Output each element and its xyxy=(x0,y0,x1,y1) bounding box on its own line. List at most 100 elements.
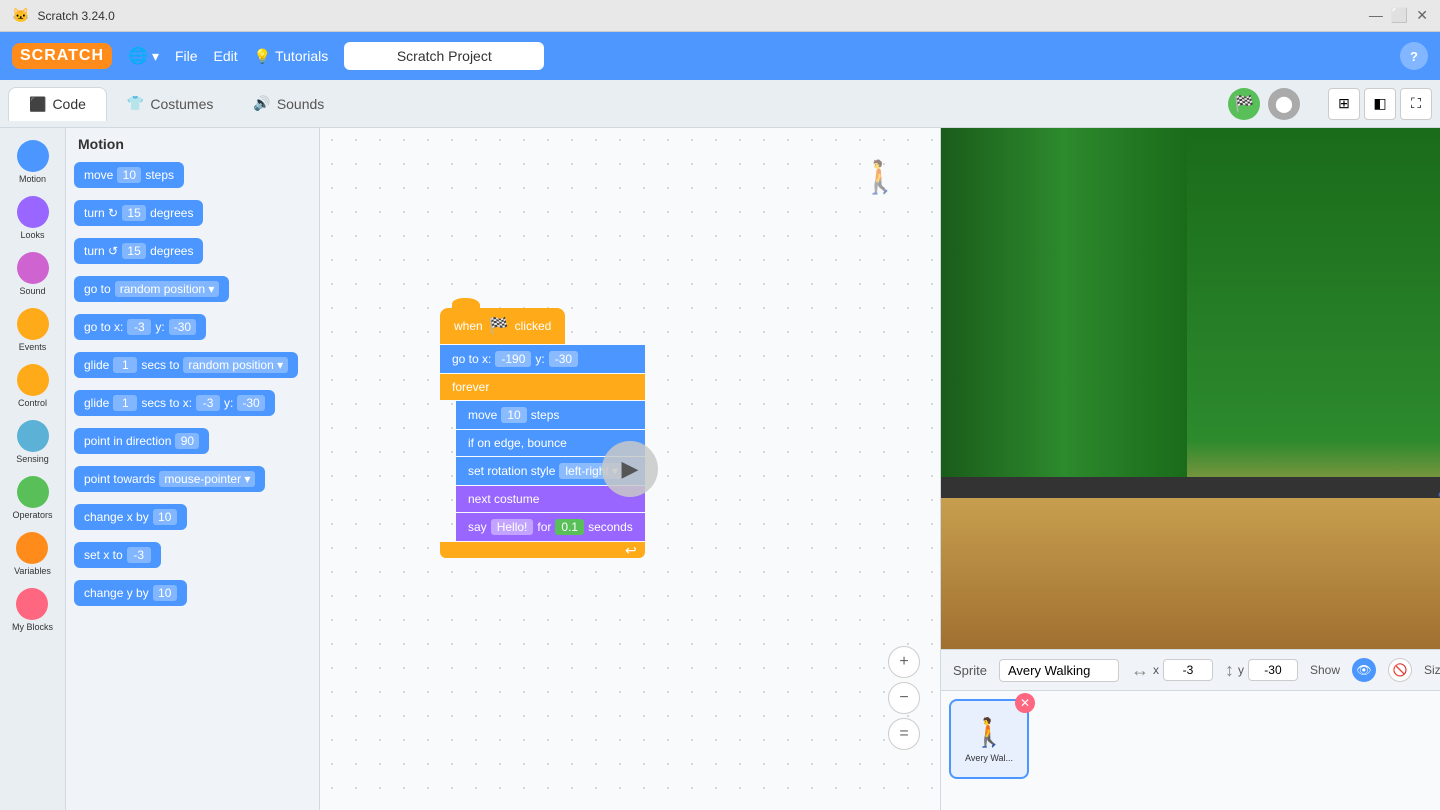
goto-dropdown[interactable]: random position ▾ xyxy=(115,281,220,297)
hat-when-label: when xyxy=(454,319,483,333)
canvas-play-overlay[interactable]: ▶ xyxy=(602,441,658,497)
point-towards-block[interactable]: point towards mouse-pointer ▾ xyxy=(74,466,265,492)
glide-xy-y[interactable]: -30 xyxy=(237,395,264,411)
fullscreen-button[interactable]: ⛶ xyxy=(1400,88,1432,120)
x-input[interactable] xyxy=(1163,659,1213,681)
set-x-label: set x to xyxy=(84,548,123,562)
point-dir-block[interactable]: point in direction 90 xyxy=(74,428,209,454)
sidebar-item-operators[interactable]: Operators xyxy=(8,472,56,524)
sidebar-item-sound[interactable]: Sound xyxy=(13,248,53,300)
green-flag-button[interactable]: 🏁 xyxy=(1228,88,1260,120)
motion-dot xyxy=(17,140,49,172)
zoom-in-button[interactable]: + xyxy=(888,646,920,678)
zoom-out-button[interactable]: − xyxy=(888,682,920,714)
canvas-goto-y[interactable]: -30 xyxy=(549,351,578,367)
sidebar-item-looks[interactable]: Looks xyxy=(13,192,53,244)
sidebar-item-events[interactable]: Events xyxy=(13,304,53,356)
set-x-input[interactable]: -3 xyxy=(127,547,151,563)
sprite-thumb-avery[interactable]: ✕ 🚶 Avery Wal... xyxy=(949,699,1029,779)
right-panel-inner: 🚶‍♀️ Sprite ↔ x ↕ y xyxy=(941,128,1440,810)
split-view-button[interactable]: ⊞ xyxy=(1328,88,1360,120)
change-y-block[interactable]: change y by 10 xyxy=(74,580,187,606)
help-button[interactable]: ? xyxy=(1400,42,1428,70)
globe-menu[interactable]: 🌐 ▾ xyxy=(128,46,159,66)
edit-menu[interactable]: Edit xyxy=(214,48,238,64)
project-name-input[interactable] xyxy=(344,42,544,70)
close-btn[interactable]: ✕ xyxy=(1416,7,1428,24)
code-canvas: 🚶 when 🏁 clicked go to x: -190 y: -30 xyxy=(320,128,940,810)
glide-xy-block[interactable]: glide 1 secs to x: -3 y: -30 xyxy=(74,390,275,416)
tab-sounds[interactable]: 🔊 Sounds xyxy=(233,87,344,120)
sprite-stage-area: 🚶‍♀️ Sprite ↔ x ↕ y xyxy=(941,128,1440,810)
code-block-stack[interactable]: when 🏁 clicked go to x: -190 y: -30 fore… xyxy=(440,308,645,558)
point-towards-dropdown[interactable]: mouse-pointer ▾ xyxy=(159,471,255,487)
events-dot xyxy=(17,308,49,340)
show-visible-button[interactable]: 👁 xyxy=(1352,658,1376,682)
maximize-btn[interactable]: ⬜ xyxy=(1391,7,1408,24)
turn-ccw-input[interactable]: 15 xyxy=(122,243,146,259)
turn-ccw-suffix: degrees xyxy=(150,244,193,258)
variables-label: Variables xyxy=(14,566,51,576)
change-y-input[interactable]: 10 xyxy=(153,585,177,601)
sound-label: Sound xyxy=(19,286,45,296)
move-steps-input[interactable]: 10 xyxy=(117,167,141,183)
sidebar-item-variables[interactable]: Variables xyxy=(10,528,55,580)
sidebar-item-myblocks[interactable]: My Blocks xyxy=(8,584,57,636)
costumes-icon: 👕 xyxy=(127,95,144,112)
canvas-say-block[interactable]: say Hello! for 0.1 seconds xyxy=(456,513,645,541)
minimize-btn[interactable]: — xyxy=(1369,7,1383,24)
canvas-say-duration[interactable]: 0.1 xyxy=(555,519,584,535)
sprite-name-input[interactable] xyxy=(999,659,1119,682)
glide-to-dropdown[interactable]: random position ▾ xyxy=(183,357,288,373)
move-suffix: steps xyxy=(145,168,174,182)
show-hidden-button[interactable]: 🚫 xyxy=(1388,658,1412,682)
globe-icon: 🌐 xyxy=(128,46,148,66)
sidebar-item-motion[interactable]: Motion xyxy=(13,136,53,188)
canvas-goto-block[interactable]: go to x: -190 y: -30 xyxy=(440,345,645,373)
canvas-move-block[interactable]: move 10 steps xyxy=(456,401,645,429)
change-x-input[interactable]: 10 xyxy=(153,509,177,525)
sidebar-item-control[interactable]: Control xyxy=(13,360,53,412)
hat-clicked-label: clicked xyxy=(515,319,552,333)
set-x-block[interactable]: set x to -3 xyxy=(74,542,161,568)
glide-xy-secs[interactable]: 1 xyxy=(113,395,137,411)
move-label: move xyxy=(84,168,113,182)
turn-cw-block[interactable]: turn ↻ 15 degrees xyxy=(74,200,203,226)
canvas-say-text[interactable]: Hello! xyxy=(491,519,534,535)
globe-chevron: ▾ xyxy=(152,48,159,65)
turn-ccw-block[interactable]: turn ↺ 15 degrees xyxy=(74,238,203,264)
delete-sprite-btn[interactable]: ✕ xyxy=(1015,693,1035,713)
file-menu[interactable]: File xyxy=(175,48,198,64)
goto-y-input[interactable]: -30 xyxy=(169,319,196,335)
goto-x-input[interactable]: -3 xyxy=(127,319,151,335)
stage-preview: 🚶‍♀️ xyxy=(941,128,1440,649)
tab-code[interactable]: ⬛ Code xyxy=(8,87,107,121)
turn-cw-input[interactable]: 15 xyxy=(122,205,146,221)
forever-label-block[interactable]: forever xyxy=(440,374,645,400)
change-x-block[interactable]: change x by 10 xyxy=(74,504,187,530)
stage-left-button[interactable]: ◧ xyxy=(1364,88,1396,120)
goto-xy-block[interactable]: go to x: -3 y: -30 xyxy=(74,314,206,340)
stop-button[interactable]: ⬤ xyxy=(1268,88,1300,120)
tutorials-menu[interactable]: 💡 Tutorials xyxy=(254,48,329,65)
turn-ccw-label: turn ↺ xyxy=(84,244,118,258)
glide-to-secs[interactable]: 1 xyxy=(113,357,137,373)
move-block[interactable]: move 10 steps xyxy=(74,162,184,188)
hat-block[interactable]: when 🏁 clicked xyxy=(440,308,565,344)
tab-costumes[interactable]: 👕 Costumes xyxy=(107,87,233,120)
goto-block[interactable]: go to random position ▾ xyxy=(74,276,229,302)
tabbar: ⬛ Code 👕 Costumes 🔊 Sounds 🏁 ⬤ ⊞ ◧ ⛶ xyxy=(0,80,1440,128)
category-sidebar: Motion Looks Sound Events Control Sensin… xyxy=(0,128,66,810)
glide-to-block[interactable]: glide 1 secs to random position ▾ xyxy=(74,352,298,378)
right-panel: 🚶‍♀️ Sprite ↔ x ↕ y xyxy=(940,128,1440,810)
turn-cw-label: turn ↻ xyxy=(84,206,118,220)
canvas-goto-x[interactable]: -190 xyxy=(495,351,531,367)
glide-xy-x[interactable]: -3 xyxy=(196,395,220,411)
y-input[interactable] xyxy=(1248,659,1298,681)
tutorials-label: Tutorials xyxy=(275,48,328,64)
sidebar-item-sensing[interactable]: Sensing xyxy=(12,416,53,468)
canvas-move-steps[interactable]: 10 xyxy=(501,407,526,423)
file-label: File xyxy=(175,48,198,64)
zoom-reset-button[interactable]: = xyxy=(888,718,920,750)
point-dir-input[interactable]: 90 xyxy=(175,433,199,449)
